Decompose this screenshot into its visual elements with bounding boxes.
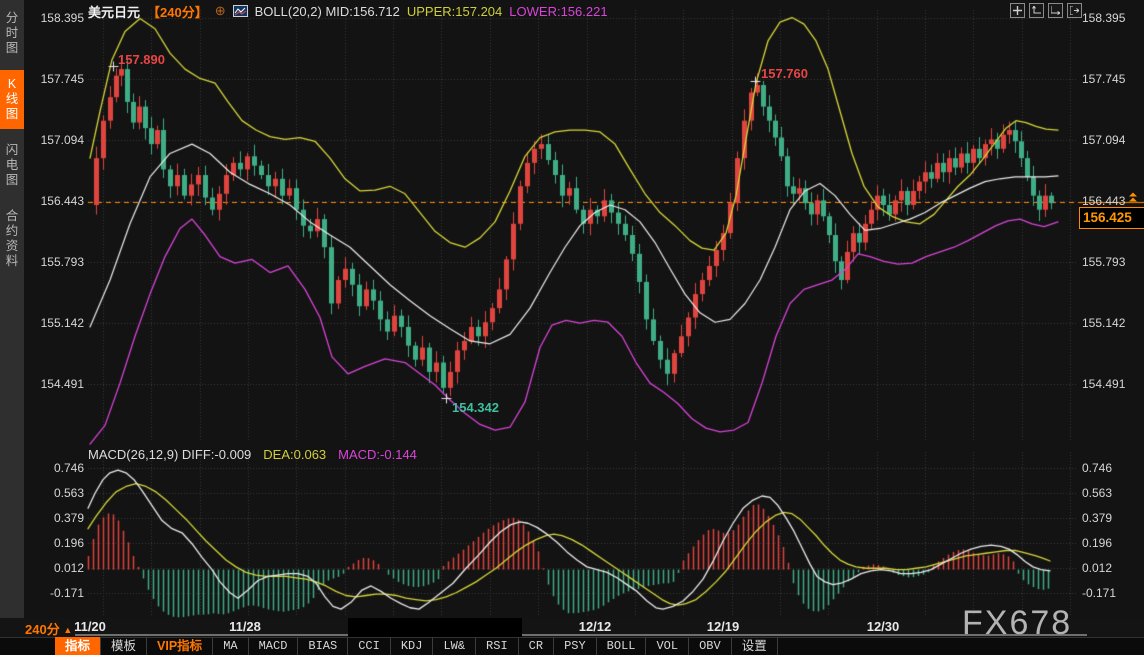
date-label: 11/20 bbox=[64, 619, 116, 634]
price-axis-label: 155.142 bbox=[28, 315, 84, 331]
tab-settings[interactable]: 设置 bbox=[732, 637, 778, 655]
tab-ma[interactable]: MA bbox=[213, 637, 248, 655]
macd-axis-label: 0.012 bbox=[28, 560, 84, 576]
macd-axis-label: 0.012 bbox=[1082, 560, 1142, 576]
price-axis-label: 157.745 bbox=[28, 71, 84, 87]
tab-cci[interactable]: CCI bbox=[348, 637, 391, 655]
macd-axis-label: 0.746 bbox=[1082, 460, 1142, 476]
macd-axis-label: 0.379 bbox=[1082, 510, 1142, 526]
tab-kdj[interactable]: KDJ bbox=[391, 637, 434, 655]
price-axis-label: 155.793 bbox=[1082, 254, 1142, 270]
macd-header: MACD(26,12,9) DIFF:-0.009 DEA:0.063 MACD… bbox=[88, 447, 417, 462]
date-label: 12/12 bbox=[569, 619, 621, 634]
sidebar: 分时图 K线图闪电图合约资料 bbox=[0, 0, 24, 618]
price-axis-label: 158.395 bbox=[28, 10, 84, 26]
price-axis-label: 155.793 bbox=[28, 254, 84, 270]
chart-thumb-icon[interactable] bbox=[233, 5, 248, 17]
zoom-y-axis-icon[interactable] bbox=[1029, 3, 1044, 18]
date-label: 11/28 bbox=[219, 619, 271, 634]
high-price-annotation: 157.760 bbox=[761, 66, 808, 81]
tab-boll[interactable]: BOLL bbox=[597, 637, 647, 655]
indicator-toolbar: 指标模板VIP指标MAMACDBIASCCIKDJLW&RSICRPSYBOLL… bbox=[55, 637, 778, 655]
tab-bias[interactable]: BIAS bbox=[298, 637, 348, 655]
high-price-annotation: 157.890 bbox=[118, 52, 165, 67]
boll-mid-label: BOLL(20,2) MID:156.712 bbox=[255, 4, 400, 19]
tab-cr[interactable]: CR bbox=[519, 637, 554, 655]
macd-axis-label: 0.379 bbox=[28, 510, 84, 526]
sidebar-item-kline-chart[interactable]: K线图 bbox=[0, 70, 24, 129]
price-axis-label: 157.745 bbox=[1082, 71, 1142, 87]
boll-upper-label: UPPER:157.204 bbox=[407, 4, 502, 19]
sidebar-item-lightning-chart[interactable]: 闪电图 bbox=[0, 136, 24, 195]
price-axis-label: 155.142 bbox=[1082, 315, 1142, 331]
macd-dea-label: DEA:0.063 bbox=[263, 447, 326, 462]
tab-rsi[interactable]: RSI bbox=[476, 637, 519, 655]
sidebar-item-contract-info[interactable]: 合约资料 bbox=[0, 202, 24, 276]
period-label: 【240分】 bbox=[147, 2, 208, 21]
macd-axis-label: -0.171 bbox=[1082, 585, 1142, 601]
current-price-box: 156.425 bbox=[1079, 207, 1144, 229]
price-axis-label: 157.094 bbox=[1082, 132, 1142, 148]
macd-axis-label: 0.196 bbox=[28, 535, 84, 551]
exit-fullscreen-icon[interactable] bbox=[1067, 3, 1082, 18]
header-icon-group bbox=[1010, 3, 1082, 18]
redacted-region bbox=[348, 618, 522, 637]
sidebar-item-time-chart[interactable]: 分时图 bbox=[0, 4, 24, 63]
price-marker-icon[interactable] bbox=[1127, 190, 1139, 208]
chart-canvas[interactable] bbox=[0, 0, 1144, 655]
horizontal-scrollbar[interactable] bbox=[75, 634, 1087, 636]
price-axis-label: 154.491 bbox=[28, 376, 84, 392]
macd-axis-label: -0.171 bbox=[28, 585, 84, 601]
date-label: 12/30 bbox=[857, 619, 909, 634]
boll-lower-label: LOWER:156.221 bbox=[509, 4, 607, 19]
macd-value-label: MACD:-0.144 bbox=[338, 447, 417, 462]
tab-psy[interactable]: PSY bbox=[554, 637, 597, 655]
tab-macd[interactable]: MACD bbox=[249, 637, 299, 655]
macd-axis-label: 0.563 bbox=[1082, 485, 1142, 501]
price-axis-label: 154.491 bbox=[1082, 376, 1142, 392]
zoom-x-axis-icon[interactable] bbox=[1048, 3, 1063, 18]
chart-header: 美元日元 【240分】 ⊕ BOLL(20,2) MID:156.712 UPP… bbox=[88, 3, 608, 19]
macd-axis-label: 0.563 bbox=[28, 485, 84, 501]
macd-axis-label: 0.196 bbox=[1082, 535, 1142, 551]
macd-axis-label: 0.746 bbox=[28, 460, 84, 476]
tab-vol[interactable]: VOL bbox=[646, 637, 689, 655]
tab-templates[interactable]: 模板 bbox=[101, 637, 147, 655]
price-axis-label: 158.395 bbox=[1082, 10, 1142, 26]
low-price-annotation: 154.342 bbox=[452, 400, 499, 415]
macd-diff-label: MACD(26,12,9) DIFF:-0.009 bbox=[88, 447, 251, 462]
price-axis-label: 156.443 bbox=[28, 193, 84, 209]
symbol-title: 美元日元 bbox=[88, 2, 140, 21]
date-label: 12/19 bbox=[697, 619, 749, 634]
tab-lw[interactable]: LW& bbox=[433, 637, 476, 655]
crosshair-icon[interactable] bbox=[1010, 3, 1025, 18]
tab-indicators[interactable]: 指标 bbox=[55, 637, 101, 655]
plus-circle-icon[interactable]: ⊕ bbox=[215, 3, 226, 19]
tab-obv[interactable]: OBV bbox=[689, 637, 732, 655]
watermark: FX678 bbox=[962, 604, 1072, 643]
price-axis-label: 157.094 bbox=[28, 132, 84, 148]
tab-vip-indicators[interactable]: VIP指标 bbox=[147, 637, 213, 655]
trading-app-window: 分时图 K线图闪电图合约资料 美元日元 【240分】 ⊕ BOLL(20,2) M… bbox=[0, 0, 1144, 655]
